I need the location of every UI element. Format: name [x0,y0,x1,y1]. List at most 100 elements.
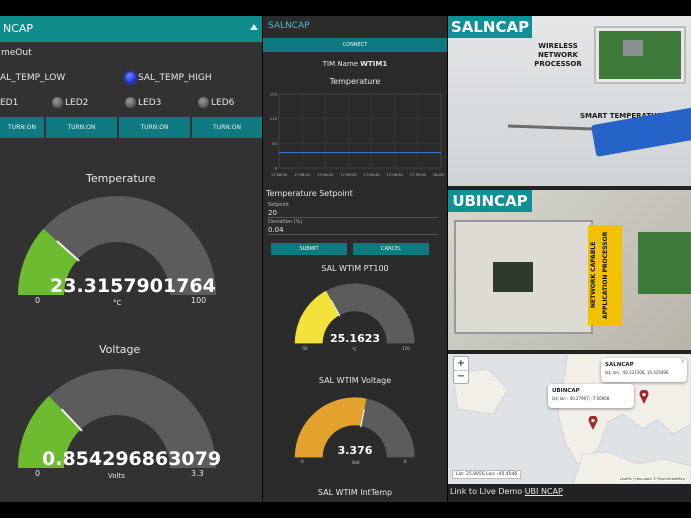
chart-y-tick-label: 0 [275,166,278,171]
deviation-label: Deviation (%) [268,219,303,225]
chart-data-point [371,152,372,153]
pt100-gauge-value: 25.1623 [329,332,381,345]
setpoint-input[interactable]: 20 [268,209,438,218]
chart-data-point [440,152,442,153]
ncap-header-bar[interactable]: NCAP [0,16,262,42]
salncap-header-bar: SALNCAP [263,16,447,38]
temperature-probe [507,124,594,131]
map-attribution: Leaflet | Map data © OpenStreetMap [618,477,687,481]
voltage-gauge-unit: Volts [108,472,125,480]
led3-label: LED3 [138,98,162,108]
setpoint-label: Setpoint [268,202,289,208]
chart-y-tick-label: 55 [272,141,277,146]
turn-on-led1-button[interactable]: TURN:ON [0,117,44,138]
setpoint-section-title: Temperature Setpoint [266,189,353,198]
chart-x-tick-label: 17:58:10 [294,173,311,177]
ubi-ncap-link[interactable]: UBI NCAP [525,487,563,496]
salncap-header-title: SALNCAP [268,21,310,31]
chart-data-point [348,152,349,153]
temperature-line-chart: 17:58:00 17:58:10 17:58:20 17:58:30 17:58:40… [270,92,445,178]
ubincap-popup-coords: lat, lon : 40.27997, -7.50908 [552,396,610,401]
pi-heatsink [623,40,643,56]
voltage-gauge-min: 0 [35,469,41,478]
salncap-map-marker[interactable] [639,390,649,404]
turn-on-led3-button[interactable]: TURN:ON [119,117,190,138]
temp-high-indicator [125,72,136,83]
chart-y-tick-label: 120 [270,92,278,97]
wtim-voltage-gauge-unit: Volt [352,460,360,465]
ubincap-popup-title: UBINCAP [552,388,580,394]
temp-low-label: AL_TEMP_LOW [0,73,66,83]
temperature-gauge-unit: °C [113,299,122,307]
salncap-popup-close-button[interactable]: × [680,358,685,365]
timeout-label: meOut [1,48,32,58]
pi-board-ubincap [638,232,691,294]
ncap-header-title: NCAP [3,22,34,35]
ncap-side-label: NETWORK CAPABLE APPLICATION PROCESSOR [588,225,622,325]
chart-data-point [301,152,303,153]
chart-x-tick-label: 17:58:20 [317,173,334,177]
salncap-popup-coords: lat, lon : 40.337306, 14.315496 [605,370,669,375]
temperature-chart-title: Temperature [329,77,381,86]
live-demo-link-row: Link to Live Demo UBI NCAP [450,487,563,496]
cancel-button[interactable]: CANCEL [353,243,429,255]
live-demo-label: Link to Live Demo [450,487,523,496]
ubincap-map-marker[interactable] [588,416,598,430]
voltage-gauge-value: 0.854296863079 [42,448,222,470]
pt100-gauge-max: 170 [402,346,410,351]
chart-x-tick-label: 17:58:40 [364,173,381,177]
inttemp-gauge-title: SAL WTIM IntTemp [317,488,393,497]
connect-button[interactable]: CONNECT [263,38,447,52]
led6-label: LED6 [211,98,235,108]
pt100-gauge-min: -50 [301,346,308,351]
chart-x-tick-label: 17:58:30 [340,173,357,177]
tim-name-label: TIM Name [322,60,359,68]
voltage-gauge-max: 3.3 [191,469,204,478]
led6-indicator [198,97,209,108]
deviation-input[interactable]: 0.04 [268,226,438,235]
chart-data-point [324,152,326,153]
ncap-dashboard-panel: NCAP meOut AL_TEMP_LOW SAL_TEMP_HIGH ED1… [0,16,262,502]
led1-label: ED1 [0,98,19,108]
salncap-popup-title: SALNCAP [605,362,634,368]
led3-indicator [125,97,136,108]
chart-x-tick-label: 17:59:00 [410,173,427,177]
chart-x-tick-label: 17:58:50 [387,173,404,177]
chart-data-point [417,152,419,153]
zoom-control: + − [453,356,469,384]
turn-on-led6-button[interactable]: TURN:ON [192,117,262,138]
led2-indicator [52,97,63,108]
ubincap-photo-title: UBINCAP [448,190,532,212]
submit-button[interactable]: SUBMIT [271,243,347,255]
salncap-map-popup: SALNCAP lat, lon : 40.337306, 14.315496 … [601,358,687,382]
pt100-gauge-unit: °C [352,347,357,352]
turn-on-led2-button[interactable]: TURN:ON [46,117,117,138]
led2-label: LED2 [65,98,89,108]
ubincap-photo: UBINCAP NETWORK CAPABLE APPLICATION PROC… [448,190,691,350]
voltage-gauge-title: Voltage [99,343,141,356]
wtim-voltage-gauge-max: 6 [404,459,407,464]
salncap-photo: SALNCAP WIRELESS NETWORK PROCESSOR SMART… [448,16,691,186]
wtim-voltage-gauge-value: 3.376 [337,444,373,457]
tim-name-value: WTIM1 [360,60,388,68]
collapse-up-icon[interactable] [250,24,258,30]
temperature-gauge-value: 23.3157901764 [50,275,216,297]
hardware-photos-panel: SALNCAP WIRELESS NETWORK PROCESSOR SMART… [448,16,691,502]
chart-plot-area [278,93,442,169]
wireless-processor-label: WIRELESS NETWORK PROCESSOR [534,42,582,68]
pt100-gauge-title: SAL WTIM PT100 [321,264,389,273]
chart-data-point [394,152,396,153]
ncap-lcd [493,262,533,292]
chart-x-tick-label: 17:58:00 [271,173,288,177]
temperature-gauge-title: Temperature [86,172,156,185]
chart-x-tick-label: 18:00:00 [433,173,445,177]
salncap-photo-title: SALNCAP [448,16,532,38]
location-map[interactable]: + − SALNCAP lat, lon : 40.337306, 14.315… [448,354,691,484]
wtim-voltage-gauge-min: 0 [301,459,304,464]
map-cursor-coords: Lat: 25.8055 Lon: -40.4046 [452,470,522,479]
tim-name-row: TIM Name WTIM1 [263,60,447,68]
chart-data-point [278,152,280,153]
wtim-voltage-gauge-title: SAL WTIM Voltage [318,376,392,385]
zoom-out-button[interactable]: − [454,371,468,383]
zoom-in-button[interactable]: + [454,357,468,371]
